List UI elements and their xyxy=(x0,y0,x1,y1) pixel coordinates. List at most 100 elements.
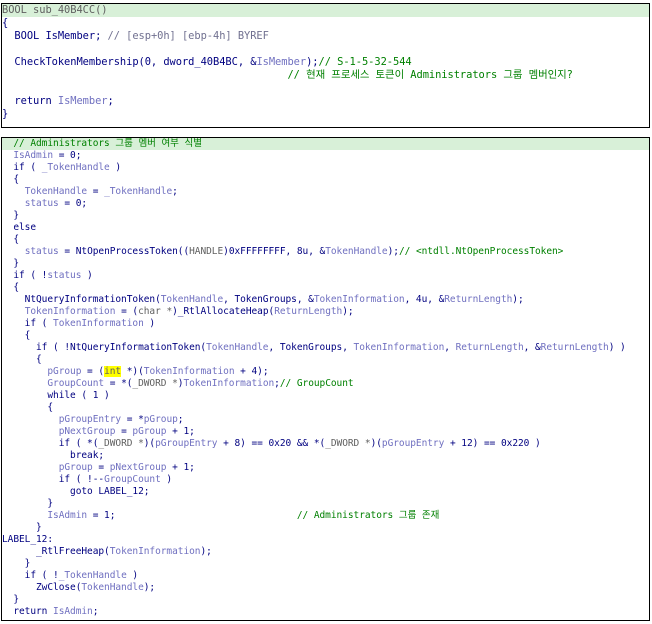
code-token: } xyxy=(2,558,31,569)
code-token: = ( xyxy=(115,306,139,317)
code-token: NtQueryInformationToken( xyxy=(2,294,161,305)
code-token: else xyxy=(2,222,37,233)
code-token: ; xyxy=(172,186,178,197)
code-line: } xyxy=(2,498,649,510)
code-line: if ( !NtQueryInformationToken(TokenHandl… xyxy=(2,342,649,354)
code-token: pNextGroup xyxy=(58,426,116,437)
code-line: { xyxy=(2,354,649,366)
code-token: ; xyxy=(107,95,114,107)
code-line: return IsMember; xyxy=(2,95,649,108)
decompiled-function-panel: BOOL sub_40B4CC(){ BOOL IsMember; // [es… xyxy=(1,3,650,128)
code-line: GroupCount = *(_DWORD *)TokenInformation… xyxy=(2,378,649,390)
code-token: _RtlFreeHeap( xyxy=(2,546,110,557)
code-token: _TokenHandle xyxy=(41,162,110,173)
code-token: } xyxy=(2,594,20,605)
code-token: , 4u, & xyxy=(404,294,445,305)
code-token: ) xyxy=(143,318,156,329)
code-token: pNextGroup xyxy=(109,462,167,473)
decompiled-admin-check-panel: // Administrators 그룹 멤버 여부 식별 IsAdmin = … xyxy=(1,137,650,621)
code-token: _DWORD * xyxy=(98,438,144,449)
code-line: NtQueryInformationToken(TokenHandle, Tok… xyxy=(2,294,649,306)
code-token: { xyxy=(2,402,54,413)
code-token: } xyxy=(2,498,54,509)
code-token: { xyxy=(2,174,20,185)
code-line: // 현재 프로세스 토큰이 Administrators 그룹 멤버인지? xyxy=(2,69,649,82)
code-line: { xyxy=(2,402,649,414)
code-line: BOOL IsMember; // [esp+0h] [ebp-4h] BYRE… xyxy=(2,30,649,43)
code-token: ; xyxy=(177,414,184,425)
code-token: _DWORD * xyxy=(132,378,178,389)
code-token: _DWORD * xyxy=(325,438,371,449)
code-token: ReturnLength xyxy=(444,294,513,305)
code-token: if ( ! xyxy=(2,570,59,581)
code-line: } xyxy=(2,258,649,270)
code-token: ); xyxy=(306,56,319,68)
code-line: } xyxy=(2,594,649,606)
code-line: } xyxy=(2,522,649,534)
code-line: pGroupEntry = *pGroup; xyxy=(2,414,649,426)
code-token: } xyxy=(2,210,20,221)
code-token: ); xyxy=(342,306,354,317)
code-token: , TokenGroups, & xyxy=(223,294,314,305)
code-line: { xyxy=(2,17,649,30)
code-token: _TokenHandle xyxy=(58,570,127,581)
code-token: TokenHandle xyxy=(325,246,388,257)
code-token: pGroup xyxy=(58,462,93,473)
code-token: // Administrators 그룹 멤버 여부 식별 xyxy=(2,138,202,149)
code-token: ); xyxy=(200,546,212,557)
code-token: )0xFFFFFFFF, 8u, & xyxy=(223,246,326,257)
code-token: CheckTokenMembership(0, dword_40B4BC, & xyxy=(2,56,257,68)
code-token: // GroupCount xyxy=(279,378,354,389)
code-token: BOOL IsMember; xyxy=(2,30,108,42)
code-token: // 현재 프로세스 토큰이 Administrators 그룹 멤버인지? xyxy=(2,69,573,81)
code-token: goto LABEL_12; xyxy=(2,486,150,497)
code-token: = *( xyxy=(104,378,133,389)
code-token: // S-1-5-32-544 xyxy=(318,56,412,68)
code-token: { xyxy=(2,234,20,245)
code-token: ReturnLength xyxy=(274,306,343,317)
code-token: TokenInformation xyxy=(353,342,445,353)
code-line: { xyxy=(2,234,649,246)
code-token: // [esp+0h] [ebp-4h] BYREF xyxy=(107,30,269,42)
code-token: pGroup xyxy=(143,414,178,425)
code-token: IsAdmin xyxy=(53,606,93,617)
code-token: + 1; xyxy=(166,426,195,437)
code-token: + 4); xyxy=(234,366,269,377)
code-token: pGroup xyxy=(132,426,167,437)
code-token: , xyxy=(444,342,456,353)
code-token: ) ) xyxy=(608,342,626,353)
code-token: + 12) == 0x220 ) xyxy=(444,438,541,449)
code-token: , TokenGroups, xyxy=(268,342,354,353)
code-token: )_RtlAllocateHeap( xyxy=(172,306,275,317)
code-token: = xyxy=(92,462,110,473)
code-line: status = NtOpenProcessToken((HANDLE)0xFF… xyxy=(2,246,649,258)
code-token: HANDLE xyxy=(189,246,224,257)
code-token: while ( 1 ) xyxy=(2,390,110,401)
code-token: // Administrators 그룹 존재 xyxy=(115,510,440,521)
code-line: LABEL_12: xyxy=(2,534,649,546)
code-token: int xyxy=(104,366,122,377)
code-token: + 8) == 0x20 && *( xyxy=(217,438,326,449)
code-token: IsAdmin xyxy=(47,510,88,521)
code-token: pGroupEntry xyxy=(381,438,445,449)
code-token: ); xyxy=(143,582,156,593)
code-token: = 0; xyxy=(58,198,88,209)
code-line: } xyxy=(2,558,649,570)
code-token: } xyxy=(2,258,20,269)
code-token: if ( !NtQueryInformationToken( xyxy=(2,342,207,353)
code-token: GroupCount xyxy=(104,474,161,485)
code-token: )( xyxy=(370,438,382,449)
code-token: pGroupEntry xyxy=(58,414,122,425)
code-line: { xyxy=(2,282,649,294)
code-token: char * xyxy=(138,306,173,317)
code-token: ; xyxy=(92,606,99,617)
code-token: = 0; xyxy=(53,150,82,161)
